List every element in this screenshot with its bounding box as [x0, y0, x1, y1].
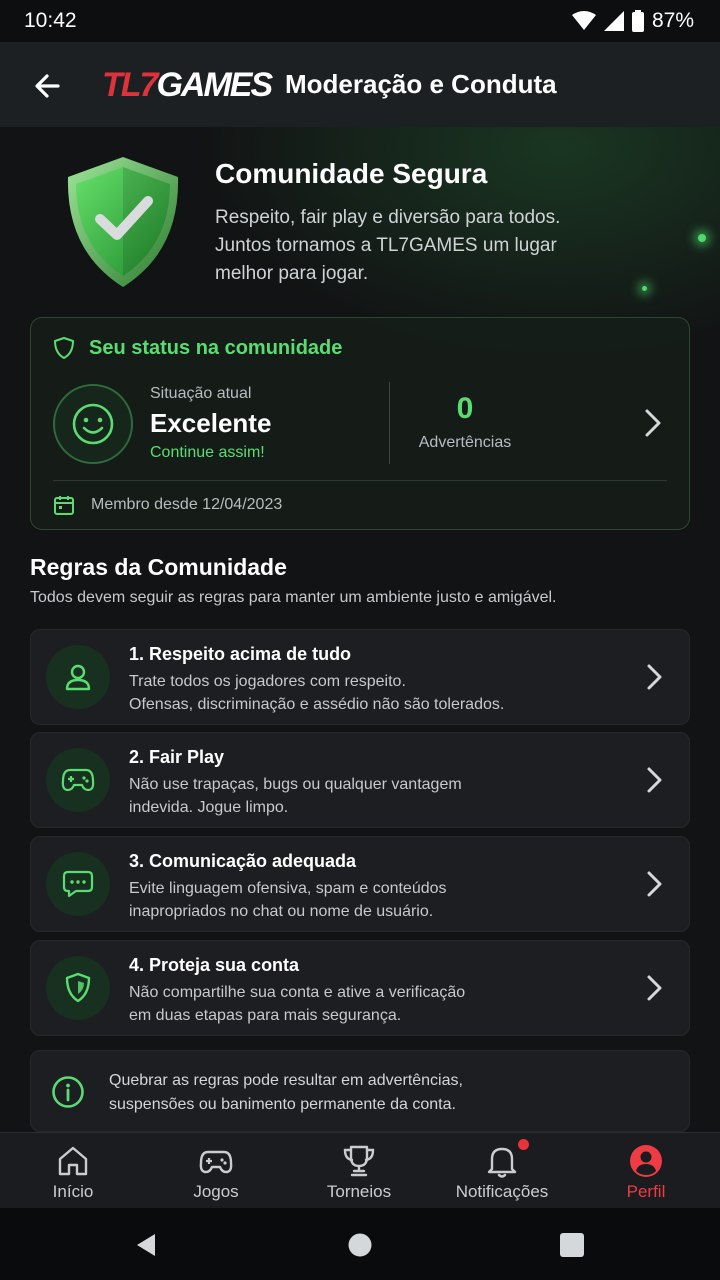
shield-icon	[46, 956, 110, 1020]
status-time: 10:42	[24, 9, 77, 32]
arrow-left-icon[interactable]	[30, 68, 66, 104]
decor-glow	[642, 286, 647, 291]
member-since: Membro desde 12/04/2023	[53, 494, 282, 516]
app-bar: TL7GAMES Moderação e Conduta	[0, 42, 720, 127]
bottom-nav: Início Jogos Torneios Notificações Perfi…	[0, 1132, 720, 1208]
status-bar: 10:42 87%	[0, 0, 720, 42]
nav-label: Jogos	[193, 1182, 239, 1201]
signal-icon	[603, 11, 624, 31]
nav-item-notifications[interactable]: Notificações	[430, 1133, 574, 1209]
rule-item-respect[interactable]: 1. Respeito acima de tudo Trate todos os…	[30, 629, 690, 725]
nav-label: Torneios	[326, 1182, 392, 1201]
chat-icon	[46, 852, 110, 916]
rule-title: 2. Fair Play	[129, 747, 225, 767]
rule-description: Trate todos os jogadores com respeito. Of…	[129, 673, 505, 713]
info-text: Quebrar as regras pode resultar em adver…	[109, 1072, 463, 1113]
main-content: Comunidade Segura Respeito, fair play e …	[0, 127, 720, 1132]
nav-label: Notificações	[455, 1182, 549, 1201]
rule-title: 3. Comunicação adequada	[129, 851, 357, 871]
chevron-right-icon[interactable]	[645, 973, 665, 1003]
rule-item-fair-play[interactable]: 2. Fair Play Não use trapaças, bugs ou q…	[30, 732, 690, 828]
rule-description: Não use trapaças, bugs ou qualquer vanta…	[129, 776, 462, 816]
shield-outline-icon	[54, 337, 74, 359]
nav-item-home[interactable]: Início	[1, 1133, 145, 1209]
nav-label: Início	[52, 1182, 94, 1201]
rules-title: Regras da Comunidade	[30, 554, 287, 580]
home-icon	[58, 1146, 88, 1176]
calendar-icon	[54, 496, 74, 515]
chevron-right-icon[interactable]	[645, 869, 665, 899]
rule-title: 4. Proteja sua conta	[129, 955, 300, 975]
situation-cta: Continue assim!	[150, 444, 265, 461]
divider	[389, 382, 390, 464]
warnings-count: 0	[456, 392, 474, 425]
gamepad-icon	[199, 1150, 233, 1174]
wifi-icon	[571, 11, 596, 30]
trophy-icon	[343, 1145, 375, 1177]
smiley-icon	[53, 384, 133, 464]
rule-item-account-protection[interactable]: 4. Proteja sua conta Não compartilhe sua…	[30, 940, 690, 1036]
rule-description: Evite linguagem ofensiva, spam e conteúd…	[129, 880, 447, 920]
shield-check-icon	[67, 157, 179, 287]
profile-icon	[630, 1145, 662, 1177]
notification-badge	[518, 1139, 529, 1150]
status-icons: 87%	[571, 9, 694, 33]
rule-description: Não compartilhe sua conta e ative a veri…	[129, 984, 466, 1024]
status-card-header: Seu status na comunidade	[53, 336, 342, 360]
recents-square-icon[interactable]	[559, 1232, 585, 1258]
status-card-title: Seu status na comunidade	[89, 336, 343, 359]
rule-item-communication[interactable]: 3. Comunicação adequada Evite linguagem …	[30, 836, 690, 932]
warning-info-card: Quebrar as regras pode resultar em adver…	[30, 1050, 690, 1132]
gamepad-icon	[46, 748, 110, 812]
divider	[53, 480, 667, 481]
rule-title: 1. Respeito acima de tudo	[129, 644, 352, 664]
nav-label: Perfil	[626, 1182, 666, 1201]
brand-logo: TL7GAMES	[102, 66, 273, 104]
nav-item-tournaments[interactable]: Torneios	[287, 1133, 431, 1209]
system-nav-bar	[0, 1208, 720, 1280]
member-since-text: Membro desde 12/04/2023	[91, 496, 283, 513]
community-status-card[interactable]: Seu status na comunidade Situação atual …	[30, 317, 690, 530]
battery-icon	[631, 10, 644, 32]
situation-label: Situação atual	[150, 385, 252, 402]
nav-item-profile[interactable]: Perfil	[574, 1133, 718, 1209]
chevron-right-icon[interactable]	[645, 765, 665, 795]
chevron-right-icon[interactable]	[645, 662, 665, 692]
battery-percent: 87%	[651, 9, 694, 32]
decor-glow	[698, 234, 706, 242]
nav-item-games[interactable]: Jogos	[144, 1133, 288, 1209]
info-icon	[52, 1076, 84, 1108]
chevron-right-icon[interactable]	[641, 406, 665, 440]
back-triangle-icon[interactable]	[133, 1232, 159, 1258]
hero-title: Comunidade Segura	[215, 158, 488, 189]
home-circle-icon[interactable]	[347, 1232, 373, 1258]
warnings-label: Advertências	[418, 434, 512, 451]
rules-subtitle: Todos devem seguir as regras para manter…	[30, 589, 557, 606]
bell-icon	[487, 1147, 517, 1178]
situation-value: Excelente	[150, 408, 272, 438]
page-title: Moderação e Conduta	[285, 69, 557, 99]
hero-subtitle: Respeito, fair play e diversão para todo…	[215, 207, 561, 284]
user-icon	[46, 645, 110, 709]
